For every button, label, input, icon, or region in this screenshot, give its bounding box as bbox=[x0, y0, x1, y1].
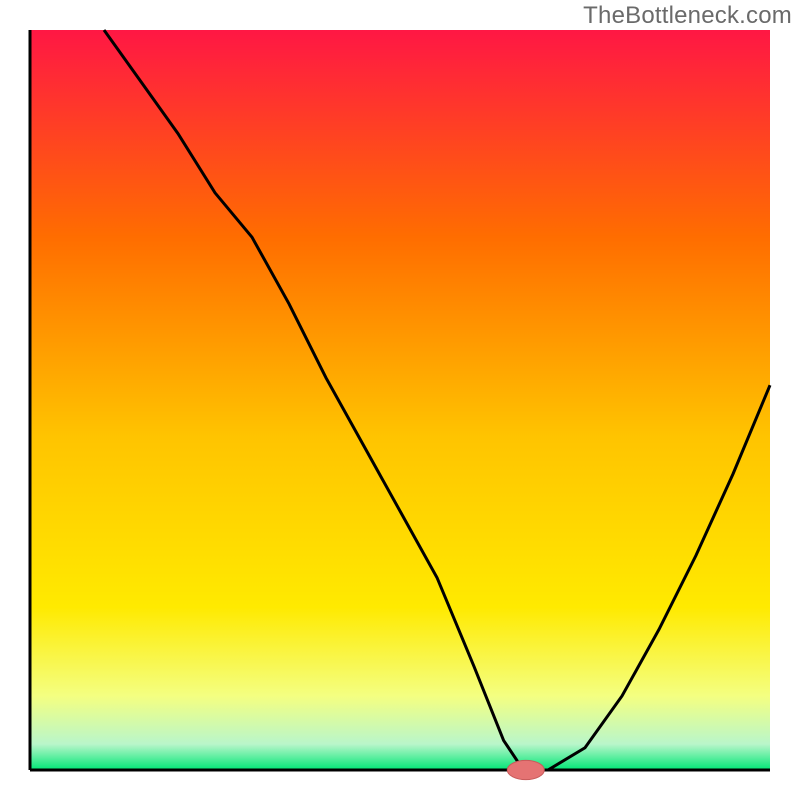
chart-svg bbox=[0, 0, 800, 800]
plot-area bbox=[30, 30, 770, 780]
watermark-text: TheBottleneck.com bbox=[583, 2, 792, 30]
bottleneck-chart: TheBottleneck.com bbox=[0, 0, 800, 800]
gradient-background bbox=[30, 30, 770, 770]
optimum-marker bbox=[507, 760, 544, 779]
